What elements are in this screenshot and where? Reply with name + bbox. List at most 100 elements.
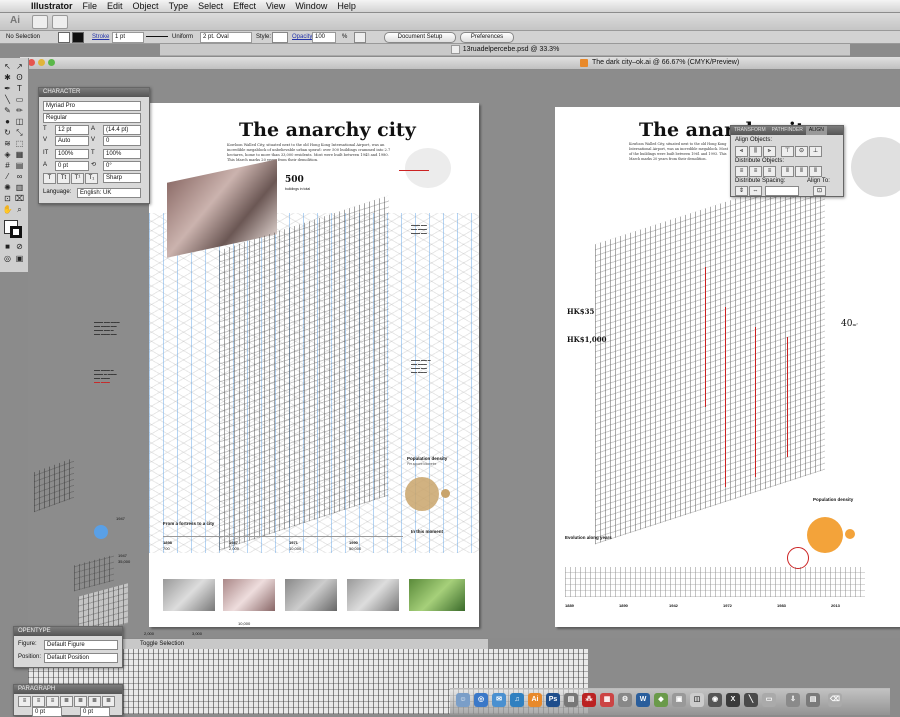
stroke-link[interactable]: Stroke (92, 32, 109, 42)
preferences-button[interactable]: Preferences (460, 32, 514, 43)
blob-brush-tool-icon[interactable]: ● (2, 117, 13, 127)
selection-tool-icon[interactable]: ↖ (2, 62, 13, 72)
screen-mode-icon[interactable]: ▣ (14, 254, 25, 264)
left-indent-field[interactable]: 0 pt (32, 707, 62, 717)
menu-file[interactable]: File (78, 0, 103, 12)
horizontal-scale-field[interactable]: 100% (103, 149, 141, 159)
justify-all-icon[interactable]: ≣ (102, 696, 115, 707)
gradient-tool-icon[interactable]: ▤ (14, 161, 25, 171)
leading-field[interactable]: (14.4 pt) (103, 125, 141, 135)
document-tab-psd[interactable]: 13ruadelpercebe.psd @ 33.3% (160, 44, 850, 56)
align-left-text-icon[interactable]: ≡ (18, 696, 31, 707)
menu-view[interactable]: View (261, 0, 290, 12)
rotate-tool-icon[interactable]: ↻ (2, 128, 13, 138)
photoshop-dock-icon[interactable]: Ps (546, 693, 560, 707)
draw-mode-icon[interactable]: ◎ (2, 254, 13, 264)
right-indent-field[interactable]: 0 pt (80, 707, 110, 717)
paragraph-panel[interactable]: PARAGRAPH ≡ ≡ ≡ ≣ ≣ ≣ ≣ 0 pt 0 pt (13, 684, 123, 717)
justify-left-icon[interactable]: ≣ (60, 696, 73, 707)
all-caps-icon[interactable]: T (43, 173, 56, 184)
align-left-icon[interactable]: ⫷ (735, 146, 748, 157)
zoom-window-icon[interactable] (48, 59, 55, 66)
slice-tool-icon[interactable]: ⌧ (14, 194, 25, 204)
zoom-tool-icon[interactable]: ⌕ (14, 205, 25, 215)
document-setup-button[interactable]: Document Setup (384, 32, 456, 43)
vertical-scale-field[interactable]: 100% (55, 149, 89, 159)
lasso-tool-icon[interactable]: ʘ (14, 73, 25, 83)
recolor-icon[interactable] (354, 32, 366, 43)
justify-center-icon[interactable]: ≣ (74, 696, 87, 707)
preview-icon[interactable]: ▤ (564, 693, 578, 707)
artboard-1[interactable]: The anarchy city Kowloon Walled City, si… (149, 103, 479, 627)
eraser-tool-icon[interactable]: ◫ (14, 117, 25, 127)
stroke-profile[interactable]: Uniform (172, 32, 193, 42)
align-panel[interactable]: TRANSFORM PATHFINDER ALIGN Align Objects: … (730, 125, 844, 197)
align-right-icon[interactable]: ⫸ (763, 146, 776, 157)
justify-right-icon[interactable]: ≣ (88, 696, 101, 707)
character-rotation-field[interactable]: 0° (103, 161, 141, 171)
language-dropdown[interactable]: English: UK (77, 188, 141, 198)
align-vcenter-icon[interactable]: ⊝ (795, 146, 808, 157)
symbol-sprayer-tool-icon[interactable]: ✺ (2, 183, 13, 193)
close-window-icon[interactable] (28, 59, 35, 66)
small-caps-icon[interactable]: Tt (57, 173, 70, 184)
align-right-text-icon[interactable]: ≡ (46, 696, 59, 707)
system-prefs-icon[interactable]: ⚙ (618, 693, 632, 707)
scale-tool-icon[interactable]: ⤡ (14, 128, 25, 138)
canvas-area[interactable]: 1947 1947 35,000 ▬▬▬ ▬▬ ▬▬▬ ▬▬ ▬▬▬ ▬▬ ▬▬▬ … (28, 70, 900, 638)
pencil-tool-icon[interactable]: ✏ (14, 106, 25, 116)
space-horizontal-icon[interactable]: ⇔ (749, 186, 762, 196)
character-panel[interactable]: CHARACTER Myriad Pro Regular T 12 pt A (… (38, 87, 150, 204)
opacity-link[interactable]: Opacity (292, 32, 312, 42)
menu-illustrator[interactable]: Illustrator (26, 0, 78, 12)
magic-wand-tool-icon[interactable]: ✱ (2, 73, 13, 83)
align-center-text-icon[interactable]: ≡ (32, 696, 45, 707)
blend-tool-icon[interactable]: ∞ (14, 172, 25, 182)
word-icon[interactable]: W (636, 693, 650, 707)
color-mode-icon[interactable]: ■ (2, 242, 13, 252)
distribute-right-icon[interactable]: ⦀ (809, 166, 822, 177)
align-top-icon[interactable]: ⊤ (781, 146, 794, 157)
warp-tool-icon[interactable]: ≋ (2, 139, 13, 149)
space-vertical-icon[interactable]: ⇕ (735, 186, 748, 196)
stroke-swatch[interactable] (72, 32, 84, 43)
trash-icon[interactable]: ⌫ (828, 693, 842, 707)
app-icon-x[interactable]: X (726, 693, 740, 707)
distribute-top-icon[interactable]: ≡ (735, 166, 748, 177)
tab-pathfinder[interactable]: PATHFINDER (769, 126, 806, 135)
pen-tool-icon[interactable]: ✒ (2, 84, 13, 94)
align-to-selection-icon[interactable]: ⊡ (813, 186, 826, 196)
illustrator-dock-icon[interactable]: Ai (528, 693, 542, 707)
column-graph-tool-icon[interactable]: ▥ (14, 183, 25, 193)
eyedropper-tool-icon[interactable]: ⁄ (2, 172, 13, 182)
distribute-left-icon[interactable]: ⦀ (781, 166, 794, 177)
figure-dropdown[interactable]: Default Figure (44, 640, 118, 650)
minimize-window-icon[interactable] (38, 59, 45, 66)
menu-window[interactable]: Window (290, 0, 332, 12)
app-icon-window[interactable]: ▭ (762, 693, 776, 707)
app-icon-green[interactable]: ◆ (654, 693, 668, 707)
free-transform-tool-icon[interactable]: ⬚ (14, 139, 25, 149)
rectangle-tool-icon[interactable]: ▭ (14, 95, 25, 105)
menu-type[interactable]: Type (164, 0, 194, 12)
artboard-2[interactable]: The anarchy city Kowloon Walled City, si… (555, 107, 900, 627)
app-icon-slash[interactable]: ╲ (744, 693, 758, 707)
subscript-icon[interactable]: T₁ (85, 173, 98, 184)
superscript-icon[interactable]: T¹ (71, 173, 84, 184)
opentype-panel[interactable]: OPENTYPE Figure: Default Figure Position… (13, 626, 123, 668)
itunes-icon[interactable]: ♫ (510, 693, 524, 707)
font-size-field[interactable]: 12 pt (55, 125, 89, 135)
font-style-dropdown[interactable]: Regular (43, 113, 141, 123)
shape-builder-tool-icon[interactable]: ◈ (2, 150, 13, 160)
font-family-dropdown[interactable]: Myriad Pro (43, 101, 141, 111)
artboard-tool-icon[interactable]: ⊡ (2, 194, 13, 204)
app-icon-gray[interactable]: ▣ (672, 693, 686, 707)
finder-icon[interactable]: ☺ (456, 693, 470, 707)
spacing-field[interactable] (765, 186, 799, 196)
fill-swatch[interactable] (58, 32, 70, 43)
paintbrush-tool-icon[interactable]: ✎ (2, 106, 13, 116)
menu-effect[interactable]: Effect (228, 0, 261, 12)
hand-tool-icon[interactable]: ✋ (2, 205, 13, 215)
app-icon-dark[interactable]: ◉ (708, 693, 722, 707)
arrange-documents-icon[interactable] (32, 15, 48, 29)
